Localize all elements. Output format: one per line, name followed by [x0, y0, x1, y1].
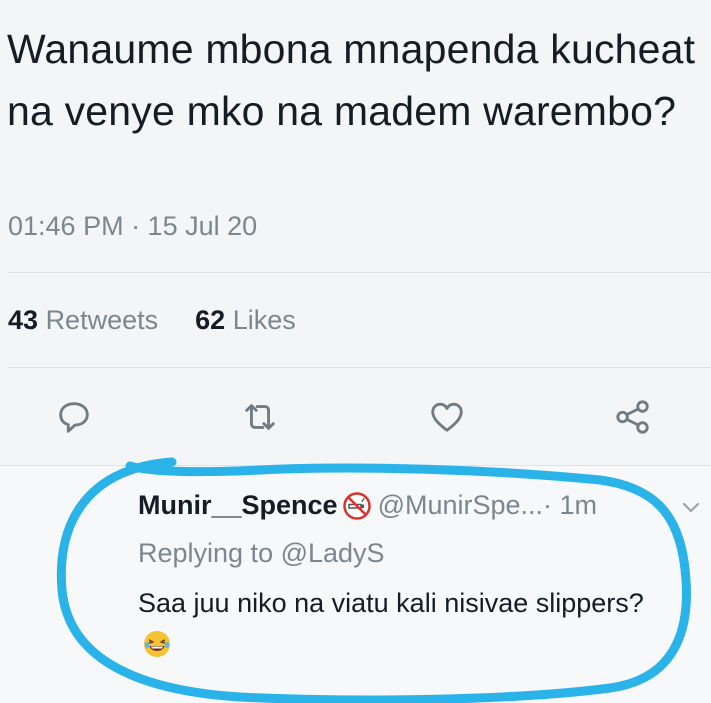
- retweets-count[interactable]: 43: [8, 305, 38, 335]
- tweet-timestamp: 01:46 PM · 15 Jul 20: [8, 211, 258, 241]
- reply-tweet[interactable]: Munir__Spence @MunirSpe... · 1m Replying…: [0, 466, 711, 703]
- likes-label[interactable]: Likes: [233, 305, 296, 335]
- replying-to-mention[interactable]: @LadyS: [281, 538, 385, 568]
- retweet-icon: [245, 404, 275, 430]
- like-button[interactable]: [425, 395, 469, 439]
- tweet-stats: 43 Retweets 62 Likes: [8, 305, 296, 336]
- reply-button[interactable]: [52, 395, 96, 439]
- tweet-text: Wanaume mbona mnapenda kucheat na venye …: [7, 26, 696, 134]
- share-icon: [616, 400, 649, 434]
- share-button[interactable]: [611, 395, 655, 439]
- reply-header: Munir__Spence @MunirSpe... · 1m: [138, 490, 597, 521]
- divider: [8, 272, 711, 273]
- reply-author-handle[interactable]: @MunirSpe...: [378, 490, 543, 521]
- reply-author-name[interactable]: Munir__Spence: [138, 490, 338, 521]
- reply-text-content: Saa juu niko na viatu kali nisivae slipp…: [138, 588, 644, 618]
- chevron-down-icon[interactable]: [680, 496, 702, 518]
- divider: [8, 367, 711, 368]
- likes-count[interactable]: 62: [195, 305, 225, 335]
- retweet-button[interactable]: [238, 395, 282, 439]
- retweets-label[interactable]: Retweets: [46, 305, 159, 335]
- replying-to-prefix: Replying to: [138, 538, 281, 568]
- laughing-emoji: [144, 631, 170, 657]
- reply-text: Saa juu niko na viatu kali nisivae slipp…: [138, 582, 658, 666]
- heart-icon: [431, 402, 463, 432]
- no-smoking-icon: [342, 491, 371, 520]
- replying-to: Replying to @LadyS: [138, 538, 385, 569]
- reply-time: · 1m: [543, 490, 598, 520]
- speech-bubble-icon: [59, 402, 89, 433]
